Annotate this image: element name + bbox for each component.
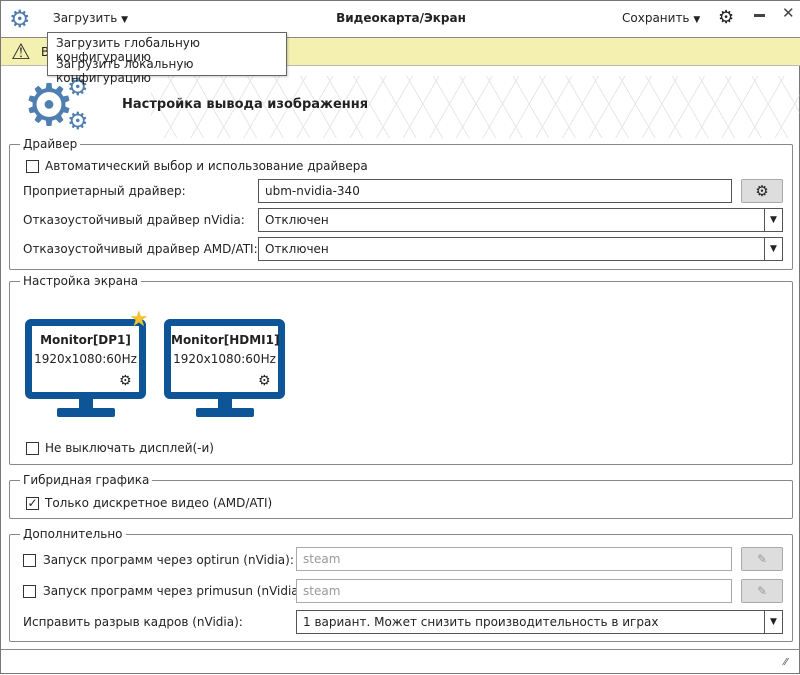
optirun-input[interactable]: steam bbox=[296, 547, 732, 571]
edit-icon: ✎ bbox=[756, 552, 768, 566]
optirun-checkbox[interactable] bbox=[23, 554, 36, 567]
load-label: Загрузить bbox=[53, 11, 118, 25]
amd-fallback-value: Отключен bbox=[265, 242, 329, 256]
chevron-down-icon: ▼ bbox=[764, 209, 782, 231]
hybrid-group-title: Гибридная графика bbox=[20, 473, 153, 487]
driver-group-title: Драйвер bbox=[20, 137, 81, 151]
nvidia-fallback-value: Отключен bbox=[265, 213, 329, 227]
warning-icon: ⚠ bbox=[11, 40, 31, 65]
resize-grip-icon[interactable]: ⁄⁄ bbox=[784, 657, 787, 668]
monitor-neck bbox=[218, 399, 232, 408]
chevron-down-icon: ▼ bbox=[764, 238, 782, 260]
header-title: Настройка вывода изображення bbox=[122, 97, 369, 112]
primusun-label: Запуск программ через primusun (nVidia): bbox=[43, 584, 308, 598]
monitor-base bbox=[196, 408, 254, 417]
save-label: Сохранить bbox=[622, 11, 690, 25]
monitor-settings-gear-icon[interactable]: ⚙ bbox=[119, 373, 132, 389]
menu-item-load-local[interactable]: Загрузить локальную конфигурацию bbox=[48, 54, 286, 85]
tearing-select[interactable]: 1 вариант. Может снизить производительно… bbox=[296, 610, 783, 634]
settings-gear-icon[interactable]: ⚙ bbox=[718, 7, 734, 28]
app-gear-icon: ⚙ bbox=[9, 5, 31, 33]
amd-fallback-label: Отказоустойчивый драйвер AMD/ATI: bbox=[23, 242, 258, 256]
monitor-hdmi1[interactable]: Monitor[HDMI1] 1920x1080:60Hz ⚙ bbox=[164, 319, 285, 417]
status-bar bbox=[1, 649, 800, 675]
screen-group-title: Настройка экрана bbox=[20, 274, 142, 288]
discrete-video-checkbox[interactable]: ✓ bbox=[26, 497, 39, 510]
tearing-label: Исправить разрыв кадров (nVidia): bbox=[23, 615, 243, 629]
primary-star-icon: ★ bbox=[129, 307, 149, 332]
optirun-edit-button[interactable]: ✎ bbox=[741, 547, 783, 571]
discrete-video-label: Только дискретное видео (AMD/ATI) bbox=[45, 496, 273, 510]
primusun-edit-button[interactable]: ✎ bbox=[741, 579, 783, 603]
auto-driver-label: Автоматический выбор и использование дра… bbox=[45, 159, 368, 173]
keep-display-on-checkbox[interactable] bbox=[26, 442, 39, 455]
load-dropdown-menu: Загрузить глобальную конфигурацию Загруз… bbox=[47, 32, 287, 85]
load-menu-button[interactable]: Загрузить ▼ bbox=[53, 11, 128, 25]
nvidia-fallback-select[interactable]: Отключен ▼ bbox=[258, 208, 783, 232]
caret-down-icon: ▼ bbox=[121, 15, 129, 25]
keep-display-on-label: Не выключать дисплей(-и) bbox=[45, 441, 214, 455]
chevron-down-icon: ▼ bbox=[764, 611, 782, 633]
primusun-input[interactable]: steam bbox=[296, 579, 732, 603]
caret-down-icon: ▼ bbox=[693, 15, 701, 25]
extra-group-title: Дополнительно bbox=[20, 527, 126, 541]
monitor-neck bbox=[79, 399, 93, 408]
proprietary-driver-field[interactable]: ubm-nvidia-340 bbox=[258, 179, 732, 203]
primusun-checkbox[interactable] bbox=[23, 585, 36, 598]
amd-fallback-select[interactable]: Отключен ▼ bbox=[258, 237, 783, 261]
monitor-dp1[interactable]: Monitor[DP1] 1920x1080:60Hz ⚙ ★ bbox=[25, 307, 149, 417]
monitor-base bbox=[57, 408, 115, 417]
monitor-name: Monitor[DP1] bbox=[40, 333, 131, 347]
edit-icon: ✎ bbox=[756, 584, 768, 598]
menu-item-load-global[interactable]: Загрузить глобальную конфигурацию bbox=[48, 33, 286, 64]
monitor-mode: 1920x1080:60Hz bbox=[34, 352, 137, 366]
monitor-name: Monitor[HDMI1] bbox=[171, 333, 280, 347]
close-icon[interactable]: ✕ bbox=[782, 4, 795, 22]
auto-driver-checkbox[interactable] bbox=[26, 160, 39, 173]
nvidia-fallback-label: Отказоустойчивый драйвер nVidia: bbox=[23, 213, 245, 227]
header-small-gear-icon: ⚙ bbox=[67, 107, 89, 135]
monitor-settings-gear-icon[interactable]: ⚙ bbox=[258, 373, 271, 389]
driver-settings-button[interactable]: ⚙ bbox=[741, 179, 783, 203]
gear-icon: ⚙ bbox=[755, 182, 769, 200]
proprietary-driver-label: Проприетарный драйвер: bbox=[23, 184, 186, 198]
save-menu-button[interactable]: Сохранить ▼ bbox=[622, 11, 700, 25]
optirun-label: Запуск программ через optirun (nVidia): bbox=[43, 553, 294, 567]
minimize-icon[interactable] bbox=[754, 14, 765, 17]
monitor-mode: 1920x1080:60Hz bbox=[173, 352, 276, 366]
tearing-value: 1 вариант. Может снизить производительно… bbox=[303, 615, 659, 629]
